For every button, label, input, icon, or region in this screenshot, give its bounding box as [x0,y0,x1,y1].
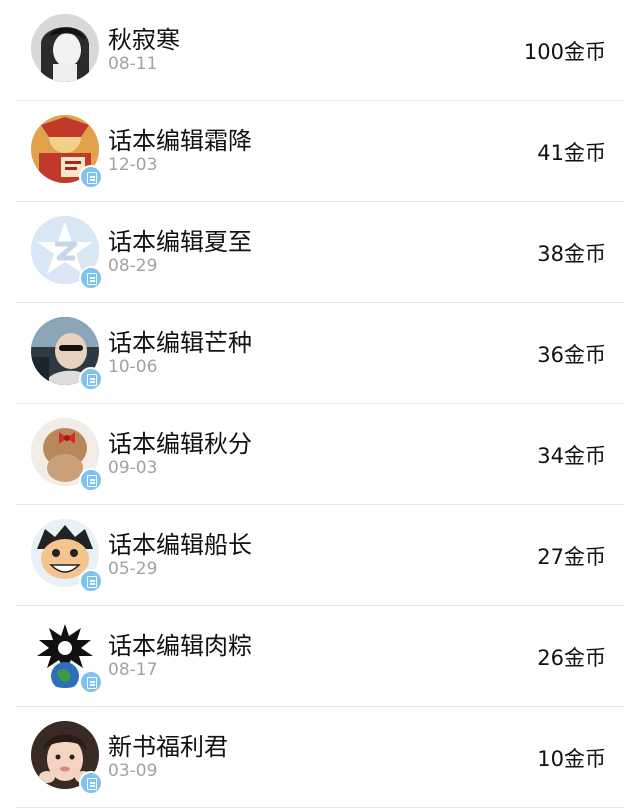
editor-badge-icon [79,468,103,492]
editor-badge-icon [79,266,103,290]
editor-badge-icon [79,165,103,189]
list-item[interactable]: 话本编辑肉粽 08-17 26金币 [0,606,640,707]
avatar-wrap [31,519,103,593]
date-label: 08-17 [108,660,158,680]
avatar-wrap [31,14,99,82]
editor-badge-icon [79,670,103,694]
date-label: 08-29 [108,256,158,276]
user-name: 话本编辑船长 [108,531,252,559]
user-name: 话本编辑霜降 [108,127,252,155]
coin-amount: 10金币 [537,747,606,771]
list-item[interactable]: 话本编辑船长 05-29 27金币 [0,505,640,606]
editor-badge-icon [79,771,103,795]
editor-badge-icon [79,569,103,593]
list-item[interactable]: 新书福利君 03-09 10金币 [0,707,640,808]
list-item[interactable]: 话本编辑霜降 12-03 41金币 [0,101,640,202]
date-label: 12-03 [108,155,158,175]
avatar[interactable] [31,14,99,82]
coin-amount: 26金币 [537,646,606,670]
list-item[interactable]: 秋寂寒 08-11 100金币 [0,0,640,101]
user-name: 新书福利君 [108,733,228,761]
list-item[interactable]: 话本编辑芒种 10-06 36金币 [0,303,640,404]
avatar-wrap [31,317,103,391]
date-label: 08-11 [108,54,158,74]
list-item[interactable]: 话本编辑夏至 08-29 38金币 [0,202,640,303]
coin-amount: 41金币 [537,141,606,165]
date-label: 09-03 [108,458,158,478]
date-label: 03-09 [108,761,158,781]
avatar-wrap [31,418,103,492]
coin-amount: 100金币 [523,40,606,64]
user-name: 话本编辑夏至 [108,228,252,256]
user-name: 话本编辑秋分 [108,430,252,458]
bw-person-avatar-icon [31,14,99,82]
coin-amount: 34金币 [537,444,606,468]
date-label: 05-29 [108,559,158,579]
coin-amount: 38金币 [537,242,606,266]
reward-list: 秋寂寒 08-11 100金币 话本编辑霜降 12-03 41金币 话本编辑夏至… [0,0,640,808]
coin-amount: 27金币 [537,545,606,569]
coin-amount: 36金币 [537,343,606,367]
avatar-wrap [31,115,103,189]
editor-badge-icon [79,367,103,391]
avatar-wrap [31,216,103,290]
user-name: 话本编辑肉粽 [108,632,252,660]
list-item[interactable]: 话本编辑秋分 09-03 34金币 [0,404,640,505]
avatar-wrap [31,721,103,795]
avatar-wrap [31,620,103,694]
user-name: 秋寂寒 [108,26,180,54]
date-label: 10-06 [108,357,158,377]
user-name: 话本编辑芒种 [108,329,252,357]
